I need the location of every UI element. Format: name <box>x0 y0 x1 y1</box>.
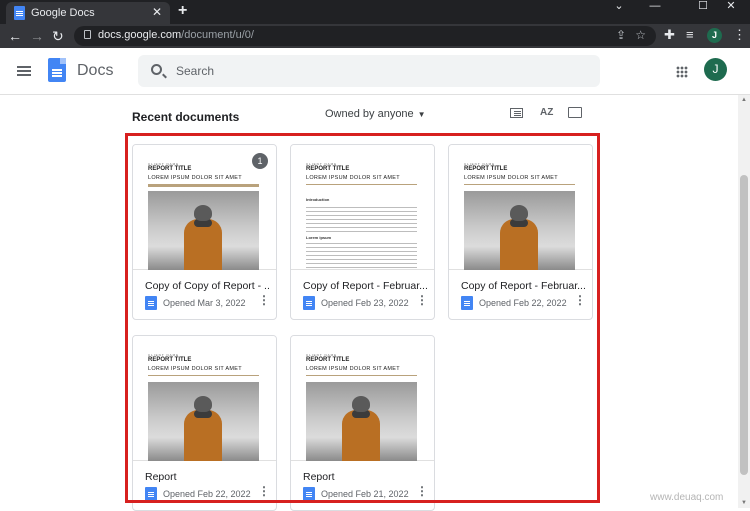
scroll-down-arrow-icon[interactable]: ▼ <box>741 500 747 506</box>
document-card[interactable]: CLIENT NAME REPORT TITLE LOREM IPSUM DOL… <box>132 144 277 320</box>
document-thumbnail[interactable]: CLIENT NAME REPORT TITLE LOREM IPSUM DOL… <box>133 145 276 270</box>
extensions-puzzle-icon[interactable]: ✚ <box>664 27 675 43</box>
thumb-divider <box>464 184 575 185</box>
thumb-subtitle: LOREM IPSUM DOLOR SIT AMET <box>148 366 242 372</box>
thumb-divider <box>148 184 259 187</box>
browser-tab-strip: Google Docs ✕ + ⌄ — ☐ ✕ <box>0 0 750 24</box>
owner-filter-dropdown[interactable]: Owned by anyone ▼ <box>325 108 426 120</box>
back-arrow-icon[interactable]: ← <box>8 27 22 45</box>
thumb-section-heading: Lorem ipsum <box>306 235 332 240</box>
docs-file-icon <box>461 296 473 310</box>
close-window-button[interactable]: ✕ <box>712 0 750 12</box>
search-input[interactable] <box>176 62 576 80</box>
scrollbar-thumb[interactable] <box>740 175 748 475</box>
document-thumbnail[interactable]: CLIENT NAME REPORT TITLE LOREM IPSUM DOL… <box>449 145 592 270</box>
owner-filter-label: Owned by anyone <box>325 108 414 120</box>
browser-menu-icon[interactable]: ⋮ <box>733 27 746 43</box>
search-icon[interactable] <box>151 64 162 75</box>
more-options-icon[interactable]: ⋮ <box>258 293 270 307</box>
thumb-section-heading: Introduction <box>306 197 330 202</box>
new-tab-button[interactable]: + <box>178 2 187 20</box>
watermark: www.deuaq.com <box>650 492 724 503</box>
cover-photo <box>148 382 259 461</box>
tab-close-icon[interactable]: ✕ <box>152 5 162 19</box>
url-host: docs.google.com <box>98 29 182 41</box>
document-title[interactable]: Copy of Report - Februar... <box>303 280 428 292</box>
thumb-body-text <box>306 207 417 233</box>
docs-file-icon <box>303 296 315 310</box>
thumb-divider <box>306 375 417 376</box>
docs-file-icon <box>303 487 315 501</box>
opened-date: Opened Feb 21, 2022 <box>321 489 409 499</box>
lock-icon[interactable] <box>84 30 91 39</box>
cover-photo <box>306 382 417 461</box>
page-scrollbar[interactable]: ▲ ▼ <box>738 95 750 508</box>
address-bar[interactable]: docs.google.com/document/u/0/ ⇪ ☆ <box>74 26 656 46</box>
thumb-subtitle: LOREM IPSUM DOLOR SIT AMET <box>306 175 400 181</box>
thumb-report-title: REPORT TITLE <box>148 166 192 172</box>
thumb-report-title: REPORT TITLE <box>306 166 350 172</box>
tab-title: Google Docs <box>31 7 95 19</box>
url-path: /document/u/0/ <box>181 29 254 41</box>
document-thumbnail[interactable]: CLIENT NAME REPORT TITLE LOREM IPSUM DOL… <box>291 145 434 270</box>
main-menu-icon[interactable] <box>17 66 31 68</box>
docs-header: Docs J <box>0 48 750 95</box>
notification-badge: 1 <box>252 153 268 169</box>
thumb-report-title: REPORT TITLE <box>306 357 350 363</box>
thumb-report-title: REPORT TITLE <box>148 357 192 363</box>
browser-tab[interactable]: Google Docs ✕ <box>6 2 170 24</box>
opened-date: Opened Mar 3, 2022 <box>163 298 246 308</box>
docs-favicon-icon <box>14 6 25 20</box>
opened-date: Opened Feb 22, 2022 <box>479 298 567 308</box>
app-name[interactable]: Docs <box>77 62 113 80</box>
document-title[interactable]: Report <box>303 471 428 483</box>
forward-arrow-icon[interactable]: → <box>30 27 44 45</box>
folder-picker-icon[interactable] <box>568 107 582 121</box>
browser-toolbar: ← → ↻ docs.google.com/document/u/0/ ⇪ ☆ … <box>0 24 750 48</box>
docs-file-icon <box>145 487 157 501</box>
document-title[interactable]: Copy of Copy of Report - ... <box>145 280 270 292</box>
thumb-divider <box>148 375 259 376</box>
opened-date: Opened Feb 22, 2022 <box>163 489 251 499</box>
document-card[interactable]: CLIENT NAME REPORT TITLE LOREM IPSUM DOL… <box>448 144 593 320</box>
more-options-icon[interactable]: ⋮ <box>574 293 586 307</box>
tab-search-icon[interactable]: ⌄ <box>600 0 638 12</box>
thumb-body-text <box>306 243 417 269</box>
more-options-icon[interactable]: ⋮ <box>258 484 270 498</box>
account-avatar[interactable]: J <box>704 58 727 81</box>
thumb-subtitle: LOREM IPSUM DOLOR SIT AMET <box>306 366 400 372</box>
thumb-report-title: REPORT TITLE <box>464 166 508 172</box>
document-thumbnail[interactable]: CLIENT NAME REPORT TITLE LOREM IPSUM DOL… <box>133 336 276 461</box>
opened-date: Opened Feb 23, 2022 <box>321 298 409 308</box>
more-options-icon[interactable]: ⋮ <box>416 484 428 498</box>
docs-logo-icon[interactable] <box>48 58 66 82</box>
media-control-icon[interactable]: ≡ <box>686 27 694 42</box>
url-text[interactable]: docs.google.com/document/u/0/ <box>98 29 254 41</box>
docs-file-icon <box>145 296 157 310</box>
recent-documents-heading: Recent documents <box>132 110 240 124</box>
thumb-subtitle: LOREM IPSUM DOLOR SIT AMET <box>464 175 558 181</box>
document-card[interactable]: CLIENT NAME REPORT TITLE LOREM IPSUM DOL… <box>132 335 277 511</box>
share-icon[interactable]: ⇪ <box>616 28 626 42</box>
reload-icon[interactable]: ↻ <box>52 27 64 45</box>
document-card[interactable]: CLIENT NAME REPORT TITLE LOREM IPSUM DOL… <box>290 335 435 511</box>
scroll-up-arrow-icon[interactable]: ▲ <box>741 97 747 103</box>
dropdown-caret-icon: ▼ <box>417 110 426 119</box>
google-apps-icon[interactable] <box>676 66 688 78</box>
more-options-icon[interactable]: ⋮ <box>416 293 428 307</box>
cover-photo <box>148 191 259 270</box>
document-thumbnail[interactable]: CLIENT NAME REPORT TITLE LOREM IPSUM DOL… <box>291 336 434 461</box>
bookmark-star-icon[interactable]: ☆ <box>635 28 646 42</box>
minimize-button[interactable]: — <box>636 0 674 12</box>
document-card[interactable]: CLIENT NAME REPORT TITLE LOREM IPSUM DOL… <box>290 144 435 320</box>
document-title[interactable]: Copy of Report - Februar... <box>461 280 586 292</box>
cover-photo <box>464 191 575 270</box>
sort-az-icon[interactable]: AZ <box>540 107 553 118</box>
thumb-subtitle: LOREM IPSUM DOLOR SIT AMET <box>148 175 242 181</box>
thumb-divider <box>306 184 417 185</box>
list-view-icon[interactable] <box>510 107 523 121</box>
document-title[interactable]: Report <box>145 471 270 483</box>
browser-profile-avatar[interactable]: J <box>707 28 722 43</box>
search-box[interactable] <box>138 55 600 87</box>
